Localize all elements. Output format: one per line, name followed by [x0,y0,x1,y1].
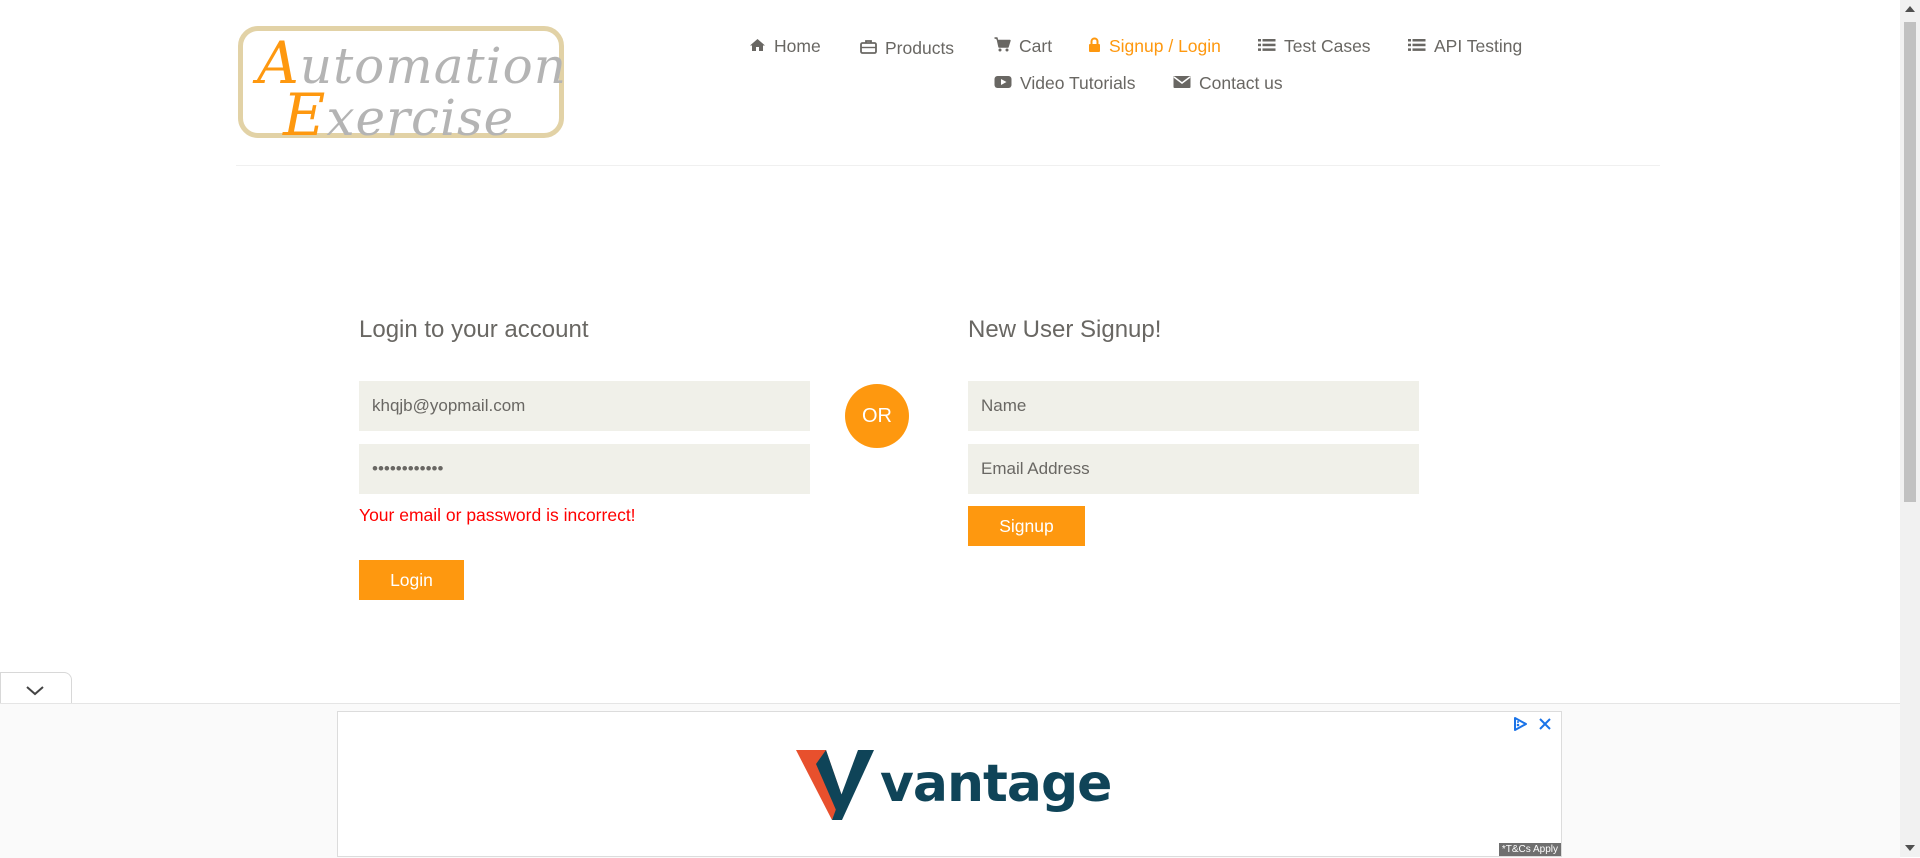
login-password-input[interactable] [359,444,810,494]
nav-contact-us-label: Contact us [1199,73,1283,93]
ad-collapse-tab[interactable] [0,672,72,704]
chevron-down-icon [26,686,44,696]
login-email-input[interactable] [359,381,810,431]
nav-test-cases-label: Test Cases [1284,36,1371,56]
login-title: Login to your account [359,316,589,343]
scrollbar-thumb[interactable] [1904,22,1916,502]
nav-home-label: Home [774,36,821,56]
ad-brand-name: vantage [880,754,1112,814]
close-icon[interactable] [1537,716,1553,732]
nav-signup-login-label: Signup / Login [1109,36,1221,56]
list-icon [1408,36,1426,57]
signup-button[interactable]: Signup [968,506,1085,546]
nav-api-testing[interactable]: API Testing [1408,36,1522,57]
adchoices-icon[interactable] [1511,716,1529,732]
nav-home[interactable]: Home [749,36,821,57]
nav-cart-label: Cart [1019,36,1053,56]
list-icon [1258,36,1276,57]
cart-icon [994,36,1011,57]
ad-banner[interactable]: vantage *T&Cs Apply [337,711,1562,857]
nav-products-label: Products [885,38,955,58]
header-divider [236,165,1660,166]
nav-api-testing-label: API Testing [1434,36,1523,56]
signup-title: New User Signup! [968,316,1162,343]
youtube-play-icon [994,73,1012,94]
nav-contact-us[interactable]: Contact us [1173,73,1283,94]
nav-test-cases[interactable]: Test Cases [1258,36,1371,57]
ad-terms: *T&Cs Apply [1498,843,1561,856]
nav-signup-login[interactable]: Signup / Login [1088,36,1221,57]
nav-cart[interactable]: Cart [994,36,1052,57]
nav-video-tutorials-label: Video Tutorials [1020,73,1136,93]
login-error-message: Your email or password is incorrect! [359,505,636,525]
nav-products[interactable]: Products [860,38,954,59]
vantage-logo-icon [796,750,874,820]
signup-name-input[interactable] [968,381,1419,431]
logo-line-exercise: Exercise [283,81,515,149]
nav-video-tutorials[interactable]: Video Tutorials [994,73,1135,94]
lock-icon [1088,36,1101,57]
briefcase-icon [860,38,877,59]
page-scrollbar[interactable] [1900,0,1920,857]
signup-email-input[interactable] [968,444,1419,494]
home-icon [749,36,766,57]
scroll-down-arrow-icon[interactable] [1905,845,1915,851]
site-logo[interactable]: Automation Exercise [238,26,566,149]
envelope-icon [1173,73,1191,94]
or-divider-badge: OR [845,384,909,448]
ad-brand[interactable]: vantage [796,748,1112,820]
login-button[interactable]: Login [359,560,464,600]
scroll-up-arrow-icon[interactable] [1905,6,1915,12]
